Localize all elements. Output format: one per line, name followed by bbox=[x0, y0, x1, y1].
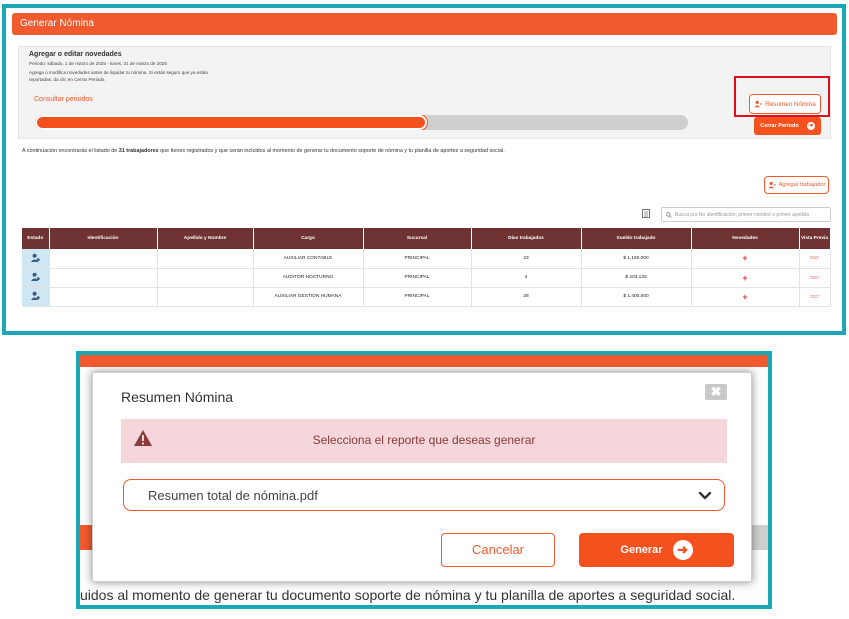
alert-text: Selecciona el reporte que deseas generar bbox=[312, 433, 536, 447]
modal-title: Resumen Nómina bbox=[121, 389, 234, 405]
arrow-circle-right-icon: ➜ bbox=[672, 540, 693, 560]
chevron-down-icon bbox=[698, 491, 712, 500]
report-select-value: Resumen total de nómina.pdf bbox=[148, 488, 318, 503]
sueldo-cell: $ 1.400.000 bbox=[581, 287, 692, 307]
workers-table: Estado Identificación Apellido y Nombre … bbox=[22, 228, 831, 307]
status-cell[interactable] bbox=[22, 287, 50, 307]
sucursal-cell: PRINCIPAL bbox=[363, 268, 472, 288]
resumen-nomina-button[interactable]: Resumen Nómina bbox=[749, 94, 821, 114]
period-progress-bar bbox=[35, 115, 688, 130]
consultar-periodos-link[interactable]: Consultar periodos bbox=[34, 96, 93, 103]
table-row: AUXILIAR CONTABLE PRINCIPAL 23 $ 1.150.0… bbox=[22, 249, 831, 269]
col-novedades[interactable]: Novedades bbox=[691, 228, 800, 249]
search-icon bbox=[666, 211, 672, 218]
nombre-cell bbox=[157, 268, 254, 288]
background-intro-text: uidos al momento de generar tu documento… bbox=[80, 587, 736, 603]
dias-cell: 28 bbox=[471, 287, 582, 307]
plus-icon[interactable]: + bbox=[742, 273, 747, 283]
search-placeholder: Busca por No identificación, primer nomb… bbox=[675, 211, 810, 218]
col-identificacion[interactable]: Identificación bbox=[49, 228, 158, 249]
modal-zoom-panel: uidos al momento de generar tu documento… bbox=[76, 351, 772, 609]
dias-cell: 4 bbox=[471, 268, 582, 288]
generate-button[interactable]: Generar ➜ bbox=[579, 533, 734, 567]
col-vista-previa[interactable]: Vista Previa bbox=[799, 228, 831, 249]
preview-cell[interactable]: 👓︎ bbox=[799, 268, 831, 288]
hint-text-1: Agrega o modifica novedades antes de liq… bbox=[29, 70, 209, 75]
user-icon bbox=[30, 291, 40, 300]
plus-icon[interactable]: + bbox=[742, 292, 747, 302]
intro-text: A continuación encontrarás el listado de… bbox=[22, 148, 505, 154]
agregar-trabajador-button[interactable]: Agregar trabajador bbox=[764, 176, 829, 194]
novedades-title: Agregar o editar novedades bbox=[29, 51, 122, 58]
eye-icon[interactable]: 👓︎ bbox=[810, 275, 819, 282]
sueldo-cell: $ 1.150.000 bbox=[581, 249, 692, 269]
header-bar: Generar Nómina bbox=[12, 13, 837, 35]
col-estado[interactable]: Estado bbox=[22, 228, 50, 249]
cargo-cell: AUDITOR NOCTURNO bbox=[253, 268, 364, 288]
cargo-cell: AUXILIAR GESTION HUMANA bbox=[253, 287, 364, 307]
search-input[interactable]: Busca por No identificación, primer nomb… bbox=[661, 207, 831, 222]
identificacion-cell bbox=[49, 287, 158, 307]
nombre-cell bbox=[157, 249, 254, 269]
user-plus-icon bbox=[768, 181, 776, 189]
cargo-cell: AUXILIAR CONTABLE bbox=[253, 249, 364, 269]
intro-after: que tienes registrados y que serán inclu… bbox=[158, 148, 505, 154]
user-plus-icon bbox=[754, 100, 762, 108]
background-button-fragment bbox=[80, 525, 92, 550]
background-header-strip bbox=[80, 355, 768, 367]
period-progress-fill bbox=[35, 115, 427, 130]
col-sueldo[interactable]: Sueldo trabajado bbox=[581, 228, 692, 249]
page-title: Generar Nómina bbox=[20, 18, 94, 29]
eye-icon[interactable]: 👓︎ bbox=[810, 294, 819, 301]
generate-label: Generar bbox=[620, 544, 663, 556]
report-select[interactable]: Resumen total de nómina.pdf bbox=[123, 479, 725, 511]
sucursal-cell: PRINCIPAL bbox=[363, 287, 472, 307]
resumen-nomina-modal: Resumen Nómina ✖ Selecciona el reporte q… bbox=[92, 372, 752, 582]
col-sucursal[interactable]: Sucursal bbox=[363, 228, 472, 249]
payroll-screen: Generar Nómina Agregar o editar novedade… bbox=[2, 4, 846, 335]
worker-count: 31 trabajadores bbox=[118, 148, 159, 154]
novedades-cell[interactable]: + bbox=[691, 249, 800, 269]
sucursal-cell: PRINCIPAL bbox=[363, 249, 472, 269]
close-icon[interactable]: ✖ bbox=[705, 384, 727, 400]
col-cargo[interactable]: Cargo bbox=[253, 228, 364, 249]
table-row: AUDITOR NOCTURNO PRINCIPAL 4 $ 203.133 +… bbox=[22, 268, 831, 288]
status-cell[interactable] bbox=[22, 249, 50, 269]
nombre-cell bbox=[157, 287, 254, 307]
dias-cell: 23 bbox=[471, 249, 582, 269]
resumen-nomina-label: Resumen Nómina bbox=[765, 100, 816, 108]
preview-cell[interactable]: 👓︎ bbox=[799, 249, 831, 269]
alert-banner: Selecciona el reporte que deseas generar bbox=[121, 419, 727, 463]
plus-icon[interactable]: + bbox=[742, 253, 747, 263]
novedades-panel: Agregar o editar novedades Periodo: sába… bbox=[18, 46, 831, 139]
user-icon bbox=[30, 253, 40, 262]
cancel-button[interactable]: Cancelar bbox=[441, 533, 555, 567]
identificacion-cell bbox=[49, 268, 158, 288]
novedades-cell[interactable]: + bbox=[691, 287, 800, 307]
status-cell[interactable] bbox=[22, 268, 50, 288]
eye-icon[interactable]: 👓︎ bbox=[810, 255, 819, 262]
novedades-cell[interactable]: + bbox=[691, 268, 800, 288]
cerrar-periodo-button[interactable]: Cerrar Periodo ➜ bbox=[754, 117, 821, 135]
col-apellido-nombre[interactable]: Apellido y Nombre bbox=[157, 228, 254, 249]
identificacion-cell bbox=[49, 249, 158, 269]
period-text: Periodo: sábado, 1 de marzo de 2025 - lu… bbox=[29, 61, 167, 66]
preview-cell[interactable]: 👓︎ bbox=[799, 287, 831, 307]
cerrar-periodo-label: Cerrar Periodo bbox=[760, 123, 799, 129]
table-header-row: Estado Identificación Apellido y Nombre … bbox=[22, 228, 831, 249]
col-dias[interactable]: Días trabajados bbox=[471, 228, 582, 249]
excel-icon[interactable] bbox=[642, 209, 650, 220]
table-row: AUXILIAR GESTION HUMANA PRINCIPAL 28 $ 1… bbox=[22, 287, 831, 307]
user-icon bbox=[30, 272, 40, 281]
arrow-circle-right-icon: ➜ bbox=[806, 122, 815, 130]
intro-before: A continuación encontrarás el listado de bbox=[22, 148, 119, 154]
agregar-trabajador-label: Agregar trabajador bbox=[778, 182, 826, 188]
hint-text-2: reportadas, da clic en Cerrar Periodo. bbox=[29, 77, 106, 82]
sueldo-cell: $ 203.133 bbox=[581, 268, 692, 288]
